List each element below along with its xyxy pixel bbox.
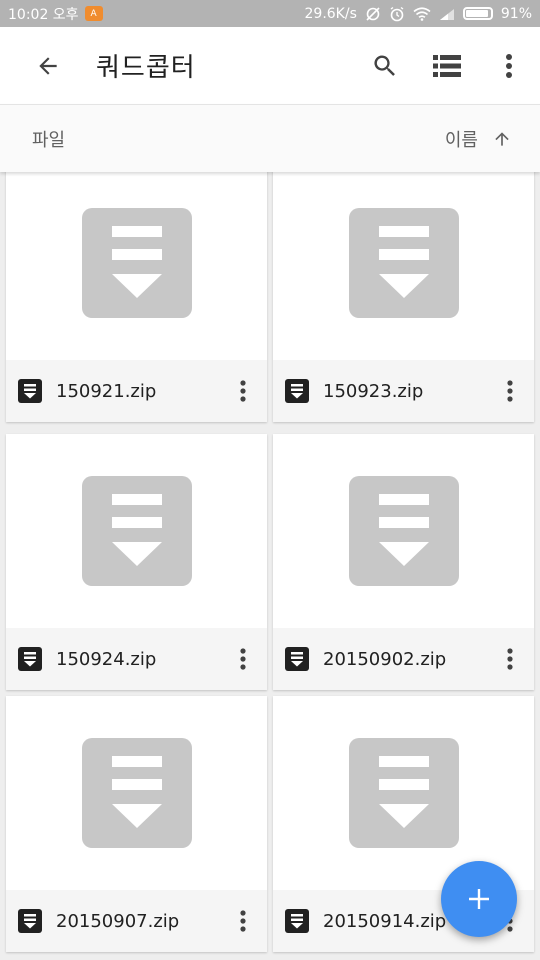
file-thumbnail [6,172,267,360]
file-name: 20150902.zip [323,648,447,670]
file-thumbnail [6,696,267,890]
download-file-icon [348,208,459,318]
file-grid: 150921.zip 150923.zip 150924.zip 2015090… [0,172,540,960]
file-info-row: 150923.zip [273,360,534,422]
alarm-icon [389,6,405,22]
download-file-icon [81,208,192,318]
file-thumbnail [273,434,534,628]
search-icon [374,55,395,76]
download-file-icon [81,738,192,848]
status-bar-right: 29.6K/s 91% [305,6,533,22]
overflow-menu-button[interactable] [478,27,540,104]
file-more-button[interactable] [490,371,530,411]
download-file-icon [348,476,459,586]
screen: 10:02 오후 A 29.6K/s 91% 쿼드콥터 파일 이름 150921… [0,0,540,960]
status-bar: 10:02 오후 A 29.6K/s 91% [0,0,540,27]
arrow-left-icon [39,56,57,75]
battery-fill [465,10,488,17]
network-speed: 29.6K/s [304,5,357,22]
file-thumbnail [273,696,534,890]
arrow-up-icon [495,131,509,146]
status-bar-left: 10:02 오후 A [8,4,103,24]
sort-label: 이름 [444,129,478,151]
view-toggle-button[interactable] [416,27,478,104]
file-more-button[interactable] [223,901,263,941]
archive-file-icon [18,647,42,671]
file-more-button[interactable] [223,639,263,679]
file-info-row: 20150907.zip [6,890,267,952]
file-card[interactable]: 20150907.zip [6,696,267,952]
sort-by-name-button[interactable]: 이름 [445,126,512,152]
more-vert-icon [507,648,513,670]
list-view-icon [433,54,461,77]
add-fab-button[interactable] [441,861,517,937]
file-card[interactable]: 150921.zip [6,172,267,422]
file-card[interactable]: 20150902.zip [273,434,534,690]
app-toolbar: 쿼드콥터 [0,27,540,104]
file-thumbnail [6,434,267,628]
download-file-icon [348,738,459,848]
file-info-row: 150921.zip [6,360,267,422]
page-title: 쿼드콥터 [96,53,196,83]
battery-icon [462,7,493,20]
files-section-label: 파일 [32,129,66,151]
sync-off-icon [365,6,381,22]
more-vert-icon [240,910,246,932]
download-file-icon [81,476,192,586]
more-vert-icon [506,53,512,78]
back-button[interactable] [0,27,96,104]
archive-file-icon [285,647,309,671]
plus-icon [469,889,489,909]
file-info-row: 150924.zip [6,628,267,690]
file-name: 150921.zip [56,380,157,402]
file-info-row: 20150902.zip [273,628,534,690]
archive-file-icon [18,909,42,933]
file-name: 20150907.zip [56,910,180,932]
search-button[interactable] [354,27,416,104]
file-more-button[interactable] [490,639,530,679]
file-name: 150924.zip [56,648,157,670]
notification-app-icon: A [84,6,103,21]
wifi-icon [413,6,431,21]
battery-percent: 91% [500,5,532,22]
sort-bar: 파일 이름 [0,104,540,172]
file-more-button[interactable] [223,371,263,411]
archive-file-icon [285,909,309,933]
more-vert-icon [507,380,513,402]
signal-icon [439,8,455,20]
file-card[interactable]: 150923.zip [273,172,534,422]
status-time: 10:02 오후 [8,6,79,23]
more-vert-icon [240,380,246,402]
file-thumbnail [273,172,534,360]
archive-file-icon [285,379,309,403]
more-vert-icon [240,648,246,670]
file-card[interactable]: 150924.zip [6,434,267,690]
archive-file-icon [18,379,42,403]
file-name: 150923.zip [323,380,424,402]
